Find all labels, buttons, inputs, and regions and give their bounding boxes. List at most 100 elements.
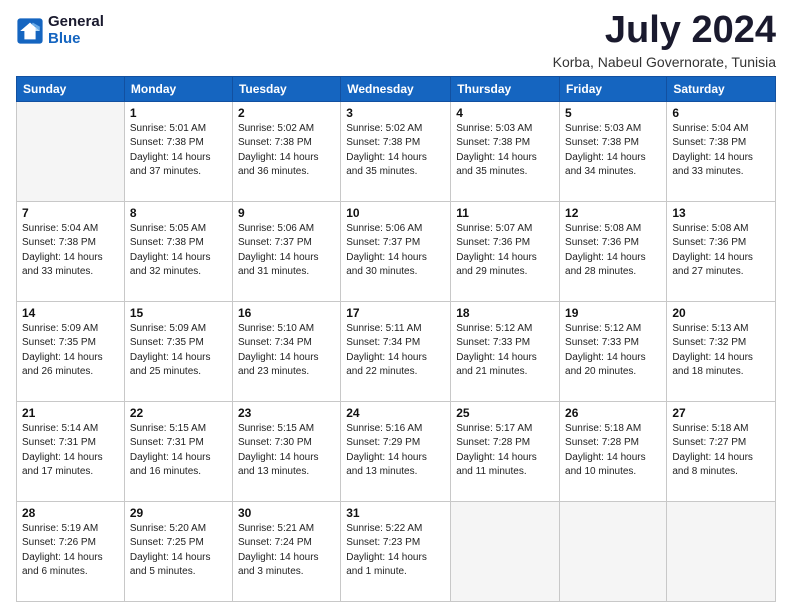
day-number: 31 bbox=[346, 506, 445, 520]
calendar-cell: 19Sunrise: 5:12 AM Sunset: 7:33 PM Dayli… bbox=[560, 301, 667, 401]
day-info: Sunrise: 5:18 AM Sunset: 7:28 PM Dayligh… bbox=[565, 422, 661, 480]
calendar-cell: 24 Sunrise: 5:16 AM Sunset: 7:29 PM Dayli… bbox=[341, 401, 451, 501]
day-info: Sunrise: 5:03 AM Sunset: 7:38 PM Dayligh… bbox=[456, 122, 554, 180]
calendar-cell: 28Sunrise: 5:19 AM Sunset: 7:26 PM Dayli… bbox=[17, 501, 125, 601]
day-info: Sunrise: 5:05 AM Sunset: 7:38 PM Dayligh… bbox=[130, 222, 227, 280]
day-of-week-header: Thursday bbox=[451, 76, 560, 101]
calendar-cell: 18 Sunrise: 5:12 AM Sunset: 7:33 PM Dayli… bbox=[451, 301, 560, 401]
calendar-table: SundayMondayTuesdayWednesdayThursdayFrid… bbox=[16, 76, 776, 602]
calendar-body: 1 Sunrise: 5:01 AM Sunset: 7:38 PM Daylig… bbox=[17, 101, 776, 601]
calendar-header: SundayMondayTuesdayWednesdayThursdayFrid… bbox=[17, 76, 776, 101]
calendar-cell: 16Sunrise: 5:10 AM Sunset: 7:34 PM Dayli… bbox=[232, 301, 340, 401]
calendar-cell: 12 Sunrise: 5:08 AM Sunset: 7:36 PM Dayli… bbox=[560, 201, 667, 301]
calendar-cell: 21Sunrise: 5:14 AM Sunset: 7:31 PM Dayli… bbox=[17, 401, 125, 501]
logo-text: General Blue bbox=[48, 14, 104, 47]
calendar-cell: 6Sunrise: 5:04 AM Sunset: 7:38 PM Daylig… bbox=[667, 101, 776, 201]
day-info: Sunrise: 5:13 AM Sunset: 7:32 PM Dayligh… bbox=[672, 322, 770, 380]
day-number: 25 bbox=[456, 406, 554, 420]
calendar-cell: 9Sunrise: 5:06 AM Sunset: 7:37 PM Daylig… bbox=[232, 201, 340, 301]
day-info: Sunrise: 5:07 AM Sunset: 7:36 PM Dayligh… bbox=[456, 222, 554, 280]
day-info: Sunrise: 5:16 AM Sunset: 7:29 PM Dayligh… bbox=[346, 422, 445, 480]
day-of-week-header: Sunday bbox=[17, 76, 125, 101]
calendar-week-row: 21Sunrise: 5:14 AM Sunset: 7:31 PM Dayli… bbox=[17, 401, 776, 501]
day-info: Sunrise: 5:15 AM Sunset: 7:30 PM Dayligh… bbox=[238, 422, 335, 480]
calendar-cell: 30 Sunrise: 5:21 AM Sunset: 7:24 PM Dayli… bbox=[232, 501, 340, 601]
day-info: Sunrise: 5:03 AM Sunset: 7:38 PM Dayligh… bbox=[565, 122, 661, 180]
page: General Blue July 2024 Korba, Nabeul Gov… bbox=[0, 0, 792, 612]
days-of-week-row: SundayMondayTuesdayWednesdayThursdayFrid… bbox=[17, 76, 776, 101]
day-info: Sunrise: 5:04 AM Sunset: 7:38 PM Dayligh… bbox=[22, 222, 119, 280]
header: General Blue July 2024 Korba, Nabeul Gov… bbox=[16, 10, 776, 70]
day-number: 17 bbox=[346, 306, 445, 320]
day-info: Sunrise: 5:20 AM Sunset: 7:25 PM Dayligh… bbox=[130, 522, 227, 580]
calendar-cell: 8 Sunrise: 5:05 AM Sunset: 7:38 PM Daylig… bbox=[124, 201, 232, 301]
day-of-week-header: Wednesday bbox=[341, 76, 451, 101]
day-info: Sunrise: 5:06 AM Sunset: 7:37 PM Dayligh… bbox=[346, 222, 445, 280]
day-of-week-header: Monday bbox=[124, 76, 232, 101]
calendar-cell: 2 Sunrise: 5:02 AM Sunset: 7:38 PM Daylig… bbox=[232, 101, 340, 201]
day-number: 26 bbox=[565, 406, 661, 420]
day-info: Sunrise: 5:09 AM Sunset: 7:35 PM Dayligh… bbox=[22, 322, 119, 380]
day-number: 11 bbox=[456, 206, 554, 220]
day-info: Sunrise: 5:12 AM Sunset: 7:33 PM Dayligh… bbox=[456, 322, 554, 380]
calendar-cell: 13Sunrise: 5:08 AM Sunset: 7:36 PM Dayli… bbox=[667, 201, 776, 301]
day-info: Sunrise: 5:02 AM Sunset: 7:38 PM Dayligh… bbox=[238, 122, 335, 180]
calendar-cell: 31 Sunrise: 5:22 AM Sunset: 7:23 PM Dayli… bbox=[341, 501, 451, 601]
day-info: Sunrise: 5:01 AM Sunset: 7:38 PM Dayligh… bbox=[130, 122, 227, 180]
calendar-cell bbox=[560, 501, 667, 601]
calendar-cell: 27 Sunrise: 5:18 AM Sunset: 7:27 PM Dayli… bbox=[667, 401, 776, 501]
day-number: 5 bbox=[565, 106, 661, 120]
day-number: 13 bbox=[672, 206, 770, 220]
calendar-cell: 14 Sunrise: 5:09 AM Sunset: 7:35 PM Dayli… bbox=[17, 301, 125, 401]
day-of-week-header: Saturday bbox=[667, 76, 776, 101]
location-subtitle: Korba, Nabeul Governorate, Tunisia bbox=[553, 54, 776, 70]
calendar-cell bbox=[667, 501, 776, 601]
day-number: 3 bbox=[346, 106, 445, 120]
day-number: 27 bbox=[672, 406, 770, 420]
calendar-cell: 1 Sunrise: 5:01 AM Sunset: 7:38 PM Daylig… bbox=[124, 101, 232, 201]
day-number: 2 bbox=[238, 106, 335, 120]
day-info: Sunrise: 5:15 AM Sunset: 7:31 PM Dayligh… bbox=[130, 422, 227, 480]
day-info: Sunrise: 5:17 AM Sunset: 7:28 PM Dayligh… bbox=[456, 422, 554, 480]
day-number: 29 bbox=[130, 506, 227, 520]
calendar-cell: 10 Sunrise: 5:06 AM Sunset: 7:37 PM Dayli… bbox=[341, 201, 451, 301]
day-number: 18 bbox=[456, 306, 554, 320]
day-number: 24 bbox=[346, 406, 445, 420]
day-number: 8 bbox=[130, 206, 227, 220]
day-info: Sunrise: 5:02 AM Sunset: 7:38 PM Dayligh… bbox=[346, 122, 445, 180]
day-of-week-header: Tuesday bbox=[232, 76, 340, 101]
month-title: July 2024 bbox=[553, 10, 776, 52]
calendar-cell: 23 Sunrise: 5:15 AM Sunset: 7:30 PM Dayli… bbox=[232, 401, 340, 501]
day-info: Sunrise: 5:10 AM Sunset: 7:34 PM Dayligh… bbox=[238, 322, 335, 380]
day-number: 30 bbox=[238, 506, 335, 520]
day-number: 14 bbox=[22, 306, 119, 320]
calendar-cell: 17 Sunrise: 5:11 AM Sunset: 7:34 PM Dayli… bbox=[341, 301, 451, 401]
day-number: 7 bbox=[22, 206, 119, 220]
day-info: Sunrise: 5:19 AM Sunset: 7:26 PM Dayligh… bbox=[22, 522, 119, 580]
logo-blue-text: Blue bbox=[48, 31, 104, 48]
calendar-cell bbox=[17, 101, 125, 201]
day-number: 6 bbox=[672, 106, 770, 120]
day-info: Sunrise: 5:06 AM Sunset: 7:37 PM Dayligh… bbox=[238, 222, 335, 280]
calendar-cell: 5 Sunrise: 5:03 AM Sunset: 7:38 PM Daylig… bbox=[560, 101, 667, 201]
day-of-week-header: Friday bbox=[560, 76, 667, 101]
day-number: 21 bbox=[22, 406, 119, 420]
day-number: 10 bbox=[346, 206, 445, 220]
day-info: Sunrise: 5:12 AM Sunset: 7:33 PM Dayligh… bbox=[565, 322, 661, 380]
day-number: 12 bbox=[565, 206, 661, 220]
day-info: Sunrise: 5:18 AM Sunset: 7:27 PM Dayligh… bbox=[672, 422, 770, 480]
day-info: Sunrise: 5:22 AM Sunset: 7:23 PM Dayligh… bbox=[346, 522, 445, 580]
logo-icon bbox=[16, 17, 44, 45]
day-info: Sunrise: 5:21 AM Sunset: 7:24 PM Dayligh… bbox=[238, 522, 335, 580]
day-info: Sunrise: 5:08 AM Sunset: 7:36 PM Dayligh… bbox=[565, 222, 661, 280]
calendar-cell: 26 Sunrise: 5:18 AM Sunset: 7:28 PM Dayli… bbox=[560, 401, 667, 501]
day-number: 15 bbox=[130, 306, 227, 320]
day-number: 1 bbox=[130, 106, 227, 120]
day-number: 23 bbox=[238, 406, 335, 420]
day-info: Sunrise: 5:09 AM Sunset: 7:35 PM Dayligh… bbox=[130, 322, 227, 380]
calendar-cell: 3 Sunrise: 5:02 AM Sunset: 7:38 PM Daylig… bbox=[341, 101, 451, 201]
calendar-cell: 22 Sunrise: 5:15 AM Sunset: 7:31 PM Dayli… bbox=[124, 401, 232, 501]
calendar-cell bbox=[451, 501, 560, 601]
day-info: Sunrise: 5:11 AM Sunset: 7:34 PM Dayligh… bbox=[346, 322, 445, 380]
day-number: 22 bbox=[130, 406, 227, 420]
